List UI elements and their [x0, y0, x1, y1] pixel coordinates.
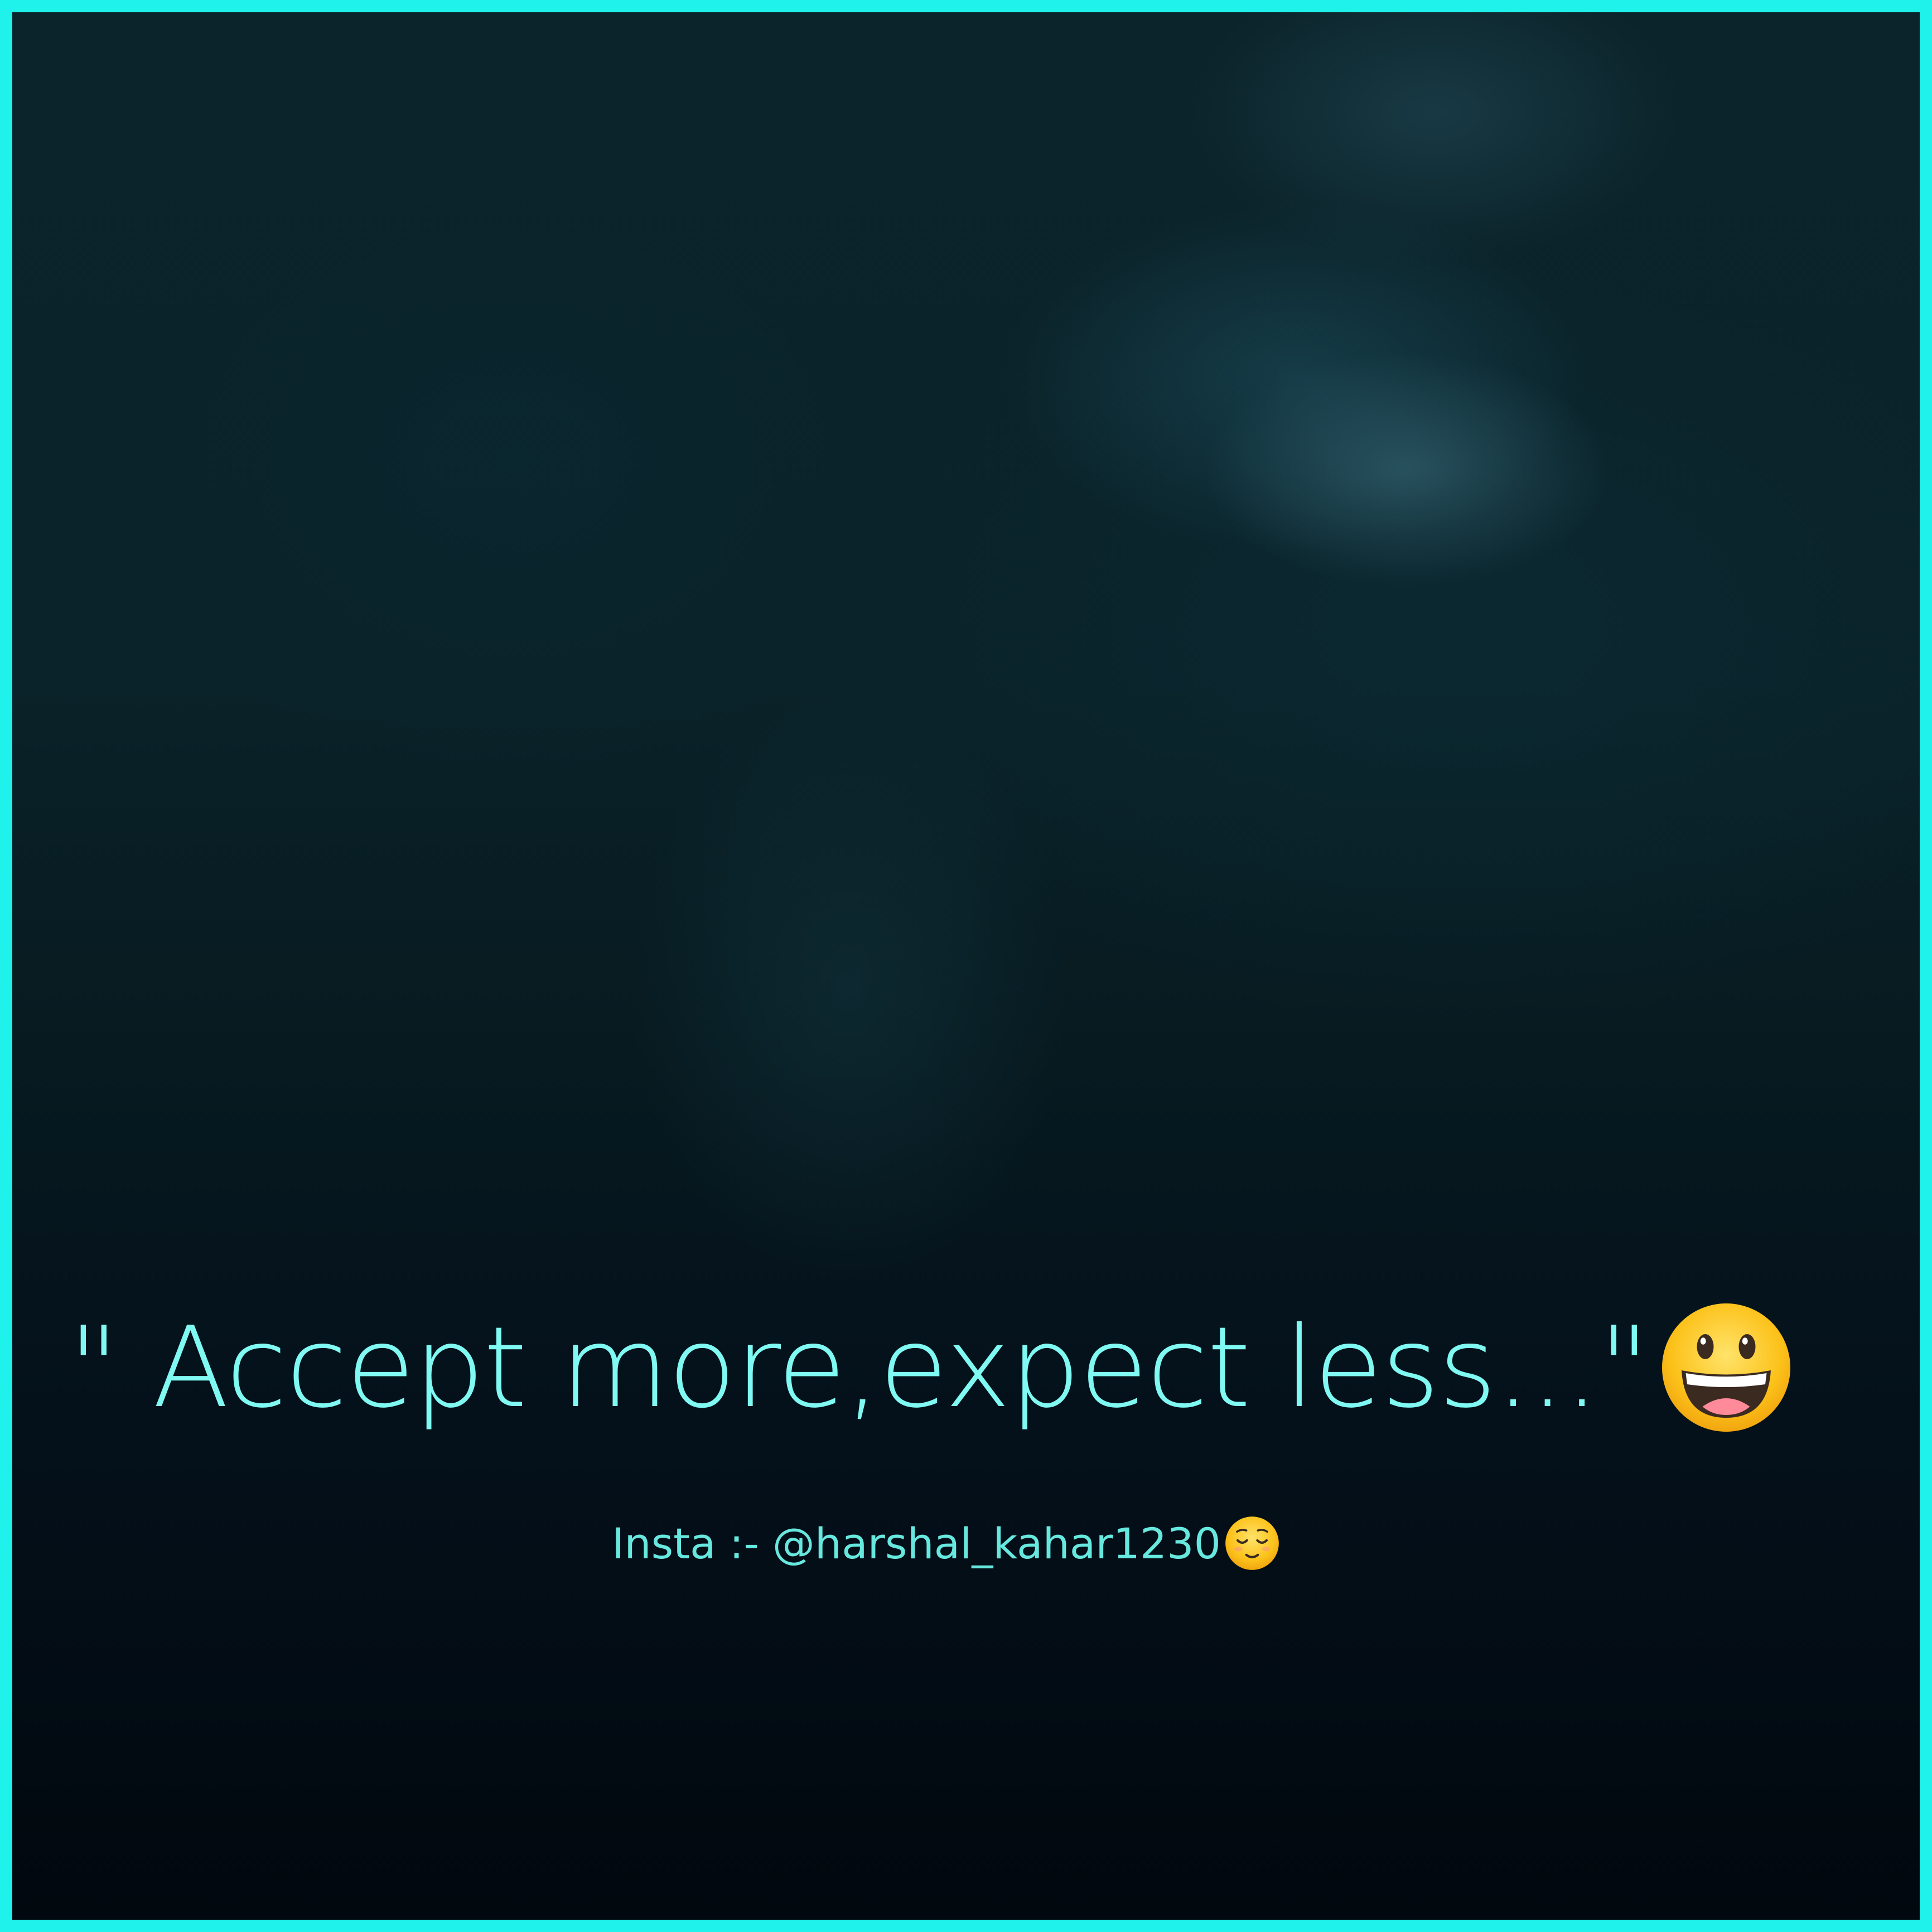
image-frame: " Accept more,expect less..." Insta :- @…	[0, 0, 1932, 1932]
relieved-face-icon	[1225, 1516, 1279, 1570]
quote-text: " Accept more,expect less..."	[68, 1302, 1650, 1433]
credit-line: Insta :- @harshal_kahar1230	[612, 1513, 1281, 1574]
grinning-face-icon	[1662, 1303, 1790, 1432]
quote-line: " Accept more,expect less..."	[68, 1289, 1796, 1446]
credit-text: Insta :- @harshal_kahar1230	[612, 1518, 1221, 1568]
